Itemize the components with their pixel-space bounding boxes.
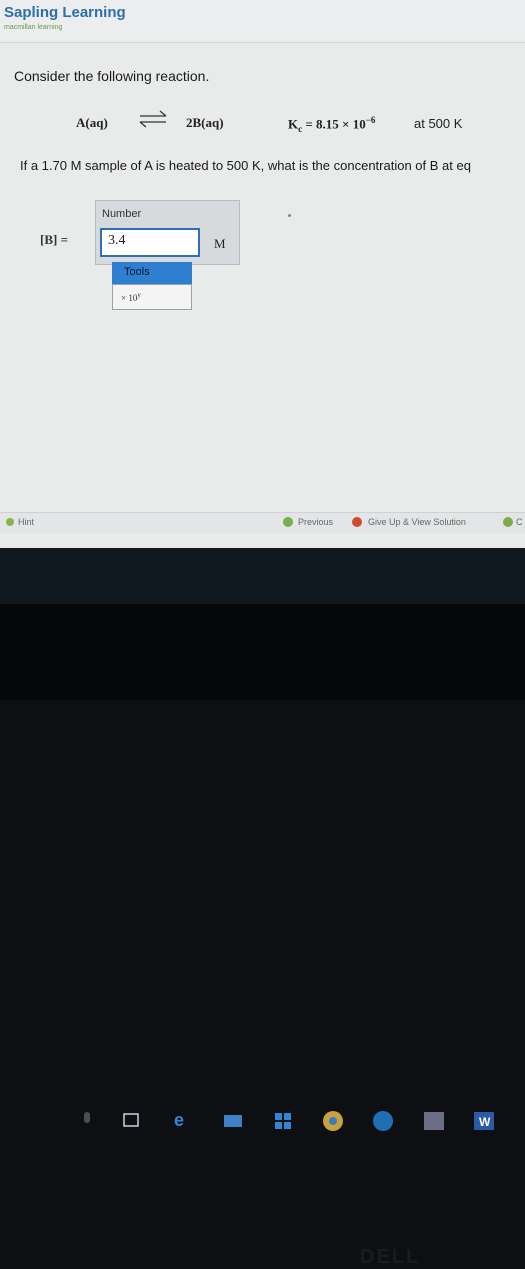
windows-taskbar: e W: [0, 548, 525, 1131]
temperature-label: at 500 K: [414, 116, 463, 131]
k-value: = 8.15 × 10: [305, 116, 366, 132]
tools-label: Tools: [124, 266, 150, 278]
browser-screen: Sapling Learning macmillan learning Cons…: [0, 0, 525, 560]
number-label: Number: [102, 208, 142, 220]
give-up-icon[interactable]: [352, 517, 362, 527]
svg-text:e: e: [174, 1110, 184, 1130]
k-exponent: −6: [365, 115, 376, 125]
microphone-icon[interactable]: [80, 1110, 94, 1130]
tools-button[interactable]: Tools: [112, 262, 192, 284]
scientific-notation-button[interactable]: × 10y: [112, 284, 192, 310]
decorative-dot: [288, 214, 291, 217]
equilibrium-constant: Kc = 8.15 × 10−6: [288, 115, 375, 134]
word-icon[interactable]: W: [472, 1110, 496, 1132]
onenote-icon[interactable]: [422, 1110, 446, 1132]
question-title: Consider the following reaction.: [14, 68, 210, 84]
reactant-label: A(aq): [76, 115, 108, 130]
k-subscript: c: [298, 123, 303, 134]
file-explorer-icon[interactable]: [222, 1110, 244, 1130]
continue-icon[interactable]: [503, 517, 513, 527]
svg-text:W: W: [479, 1115, 491, 1129]
previous-button[interactable]: Previous: [298, 517, 333, 527]
sapling-logo[interactable]: Sapling Learning: [4, 4, 126, 21]
dell-logo: DELL: [360, 1246, 421, 1268]
variable-label: [B] =: [40, 232, 68, 247]
product-label: 2B(aq): [186, 115, 224, 130]
k-symbol: K: [288, 116, 299, 132]
chrome-icon[interactable]: [322, 1110, 344, 1132]
task-view-icon[interactable]: [122, 1110, 142, 1130]
equilibrium-arrow-icon: [139, 110, 167, 128]
laptop-bezel: DELL: [0, 604, 525, 1268]
site-header: Sapling Learning macmillan learning: [0, 0, 525, 43]
store-icon[interactable]: [272, 1110, 294, 1130]
macmillan-logo: macmillan learning: [4, 24, 63, 31]
edge-browser-icon[interactable]: e: [172, 1110, 192, 1130]
x10-label: × 10y: [121, 291, 141, 303]
question-footer: Hint Previous Give Up & View Solution C: [0, 512, 525, 533]
firefox-icon[interactable]: [372, 1110, 394, 1132]
hint-button[interactable]: Hint: [18, 517, 34, 527]
give-up-button[interactable]: Give Up & View Solution: [368, 517, 466, 527]
previous-icon[interactable]: [283, 517, 293, 527]
continue-button[interactable]: C: [516, 517, 523, 527]
hint-icon[interactable]: [6, 518, 14, 526]
unit-label: M: [214, 236, 226, 251]
question-prompt: If a 1.70 M sample of A is heated to 500…: [20, 158, 471, 173]
answer-input[interactable]: 3.4: [100, 228, 200, 257]
